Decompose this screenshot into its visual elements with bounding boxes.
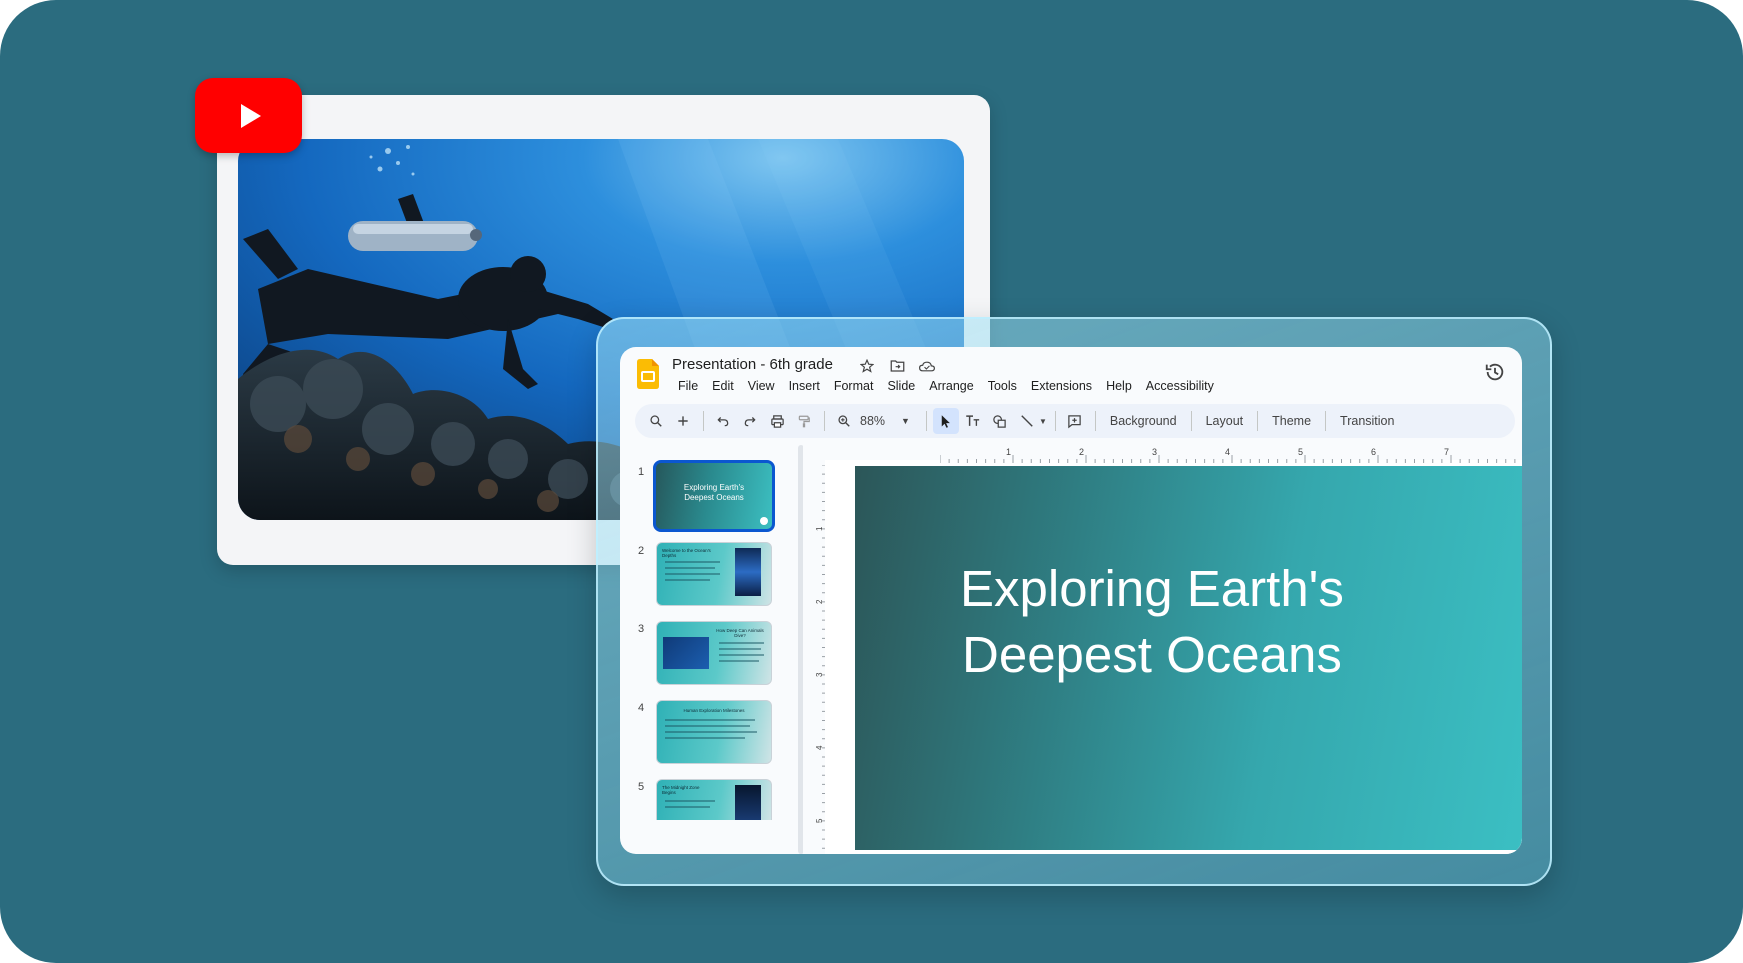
ruler-label: 7 (1444, 447, 1449, 457)
toolbar-divider (1325, 411, 1327, 431)
slide-filmstrip: 1 Exploring Earth's Deepest Oceans 2 Wel… (620, 445, 795, 854)
thumbnail-title: Human Exploration Milestones (683, 708, 745, 713)
toolbar: 88% ▼ ▼ Background Layout Theme Transiti… (635, 404, 1515, 438)
whale-image (663, 637, 709, 669)
menu-format[interactable]: Format (827, 377, 881, 395)
slide-number: 5 (638, 781, 645, 793)
slide-number: 3 (638, 623, 645, 635)
chevron-down-icon: ▼ (901, 416, 910, 426)
slide-title-line: Exploring Earth's (960, 560, 1344, 617)
google-slides-window: Presentation - 6th grade File Edit View … (620, 347, 1522, 854)
star-icon[interactable] (858, 357, 876, 375)
ruler-label: 6 (1371, 447, 1376, 457)
slide-title-textbox[interactable]: Exploring Earth's Deepest Oceans (855, 556, 1522, 688)
zoom-select[interactable]: 88% ▼ (858, 414, 920, 428)
slide-thumbnail-1[interactable]: Exploring Earth's Deepest Oceans (653, 460, 775, 532)
layout-button[interactable]: Layout (1198, 414, 1252, 428)
menu-extensions[interactable]: Extensions (1024, 377, 1099, 395)
deep-sea-creature-image (735, 785, 761, 820)
move-to-folder-icon[interactable] (888, 357, 906, 375)
add-comment-icon[interactable] (1062, 408, 1088, 434)
print-icon[interactable] (764, 408, 790, 434)
ruler-label: 2 (1079, 447, 1084, 457)
youtube-play-icon (240, 103, 261, 128)
current-slide[interactable]: Exploring Earth's Deepest Oceans (855, 466, 1522, 850)
menu-insert[interactable]: Insert (782, 377, 827, 395)
ruler-label: 1 (1006, 447, 1011, 457)
slide-canvas-area: 1 2 3 4 5 6 7 1 2 3 4 5 Exploring Earth'… (803, 445, 1522, 854)
promo-background: Presentation - 6th grade File Edit View … (0, 0, 1743, 963)
redo-icon[interactable] (737, 408, 763, 434)
zoom-value: 88% (860, 414, 886, 428)
ruler-label: 5 (1298, 447, 1303, 457)
paint-format-icon[interactable] (791, 408, 817, 434)
slide-number: 2 (638, 545, 645, 557)
version-history-icon[interactable] (1484, 361, 1506, 383)
line-icon[interactable] (1014, 408, 1040, 434)
menu-accessibility[interactable]: Accessibility (1139, 377, 1221, 395)
slide-thumbnail-4[interactable]: Human Exploration Milestones (656, 700, 772, 764)
horizontal-ruler: 1 2 3 4 5 6 7 (940, 447, 1516, 463)
thumbnail-title: Exploring Earth's Deepest Oceans (683, 483, 745, 502)
menu-file[interactable]: File (671, 377, 705, 395)
menu-tools[interactable]: Tools (981, 377, 1024, 395)
menu-help[interactable]: Help (1099, 377, 1139, 395)
slide-thumbnail-5[interactable]: The Midnight Zone Begins (656, 779, 772, 820)
shape-icon[interactable] (987, 408, 1013, 434)
menu-slide[interactable]: Slide (880, 377, 922, 395)
thumbnail-title: The Midnight Zone Begins (662, 785, 700, 795)
background-button[interactable]: Background (1102, 414, 1185, 428)
slide-number: 1 (638, 466, 645, 478)
menu-view[interactable]: View (741, 377, 782, 395)
zoom-icon[interactable] (831, 408, 857, 434)
menu-arrange[interactable]: Arrange (922, 377, 980, 395)
new-slide-plus-icon[interactable] (670, 408, 696, 434)
toolbar-divider (925, 411, 927, 431)
toolbar-divider (1094, 411, 1096, 431)
cloud-status-icon[interactable] (918, 357, 936, 375)
ruler-label: 4 (1225, 447, 1230, 457)
toolbar-divider (824, 411, 825, 431)
nebula-image (735, 548, 761, 596)
toolbar-divider (1257, 411, 1259, 431)
theme-button[interactable]: Theme (1264, 414, 1319, 428)
search-menus-icon[interactable] (643, 408, 669, 434)
slide-thumbnail-2[interactable]: Welcome to the Ocean's Depths (656, 542, 772, 606)
transition-button[interactable]: Transition (1332, 414, 1402, 428)
select-cursor-icon[interactable] (932, 408, 959, 434)
slides-logo-icon[interactable] (637, 359, 659, 389)
speaker-notes-icon (760, 517, 768, 525)
vertical-ruler: 1 2 3 4 5 (815, 465, 825, 849)
toolbar-divider (1190, 411, 1192, 431)
thumbnail-title: Welcome to the Ocean's Depths (662, 548, 711, 558)
slide-number: 4 (638, 702, 645, 714)
text-box-icon[interactable] (960, 408, 986, 434)
menu-bar: File Edit View Insert Format Slide Arran… (671, 377, 1221, 395)
line-options-chevron-icon[interactable]: ▼ (1039, 417, 1047, 426)
slide-title-line: Deepest Oceans (962, 626, 1342, 683)
slide-thumbnail-3[interactable]: How Deep Can Animals Dive? (656, 621, 772, 685)
title-icon-group (858, 357, 936, 375)
undo-icon[interactable] (710, 408, 736, 434)
youtube-badge[interactable] (195, 78, 302, 153)
toolbar-divider (703, 411, 704, 431)
ruler-label: 3 (1152, 447, 1157, 457)
toolbar-divider (1054, 411, 1056, 431)
thumbnail-title: How Deep Can Animals Dive? (716, 628, 764, 638)
menu-edit[interactable]: Edit (705, 377, 741, 395)
document-title[interactable]: Presentation - 6th grade (672, 356, 833, 373)
